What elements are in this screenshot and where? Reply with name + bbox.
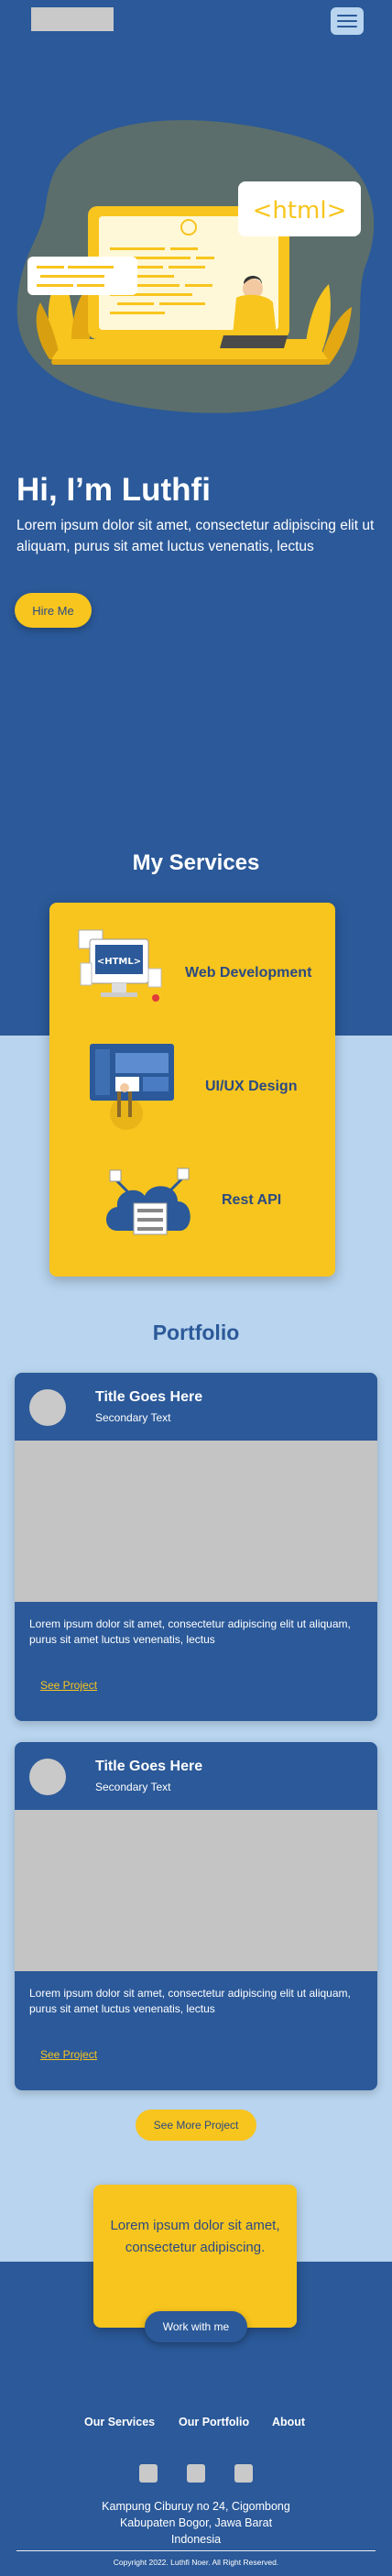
cta-card: Lorem ipsum dolor sit amet, consectetur … [93,2185,297,2328]
card-title: Title Goes Here [95,1759,203,1774]
services-card: <HTML> Web Development UI/UX Design Rest… [49,903,335,1277]
footer-nav-our-portfolio[interactable]: Our Portfolio [179,2416,249,2428]
social-icon-1[interactable] [139,2464,158,2483]
address: Kampung Ciburuy no 24, Cigombong Kabupat… [0,2498,392,2548]
web-development-icon: <HTML> [78,929,162,1002]
work-with-me-button[interactable]: Work with me [145,2311,247,2342]
hamburger-icon[interactable] [331,7,364,35]
ui-ux-design-icon [90,1044,174,1130]
service-item-web-development[interactable]: <HTML> Web Development [49,926,335,1027]
see-project-link[interactable]: See Project [40,1679,97,1692]
hero-section: <html> Hi, I’m Luthfi Lorem ipsum dolor … [0,0,392,1036]
portfolio-card: Title Goes Here Secondary Text Lorem ips… [15,1742,377,2090]
card-image-placeholder [15,1441,377,1602]
page: <html> Hi, I’m Luthfi Lorem ipsum dolor … [0,0,392,2576]
copyright: Copyright 2022. Luthfi Noer. All Right R… [113,2558,279,2567]
address-line: Kampung Ciburuy no 24, Cigombong [102,2500,290,2513]
service-label: Rest API [222,1192,282,1208]
hero-illustration: <html> [16,120,375,413]
hero-title: Hi, I’m Luthfi [16,472,211,508]
social-icon-2[interactable] [187,2464,205,2483]
see-more-project-button[interactable]: See More Project [136,2110,256,2141]
card-description: Lorem ipsum dolor sit amet, consectetur … [29,1987,351,2015]
service-label: Web Development [185,965,312,981]
service-item-ui-ux-design[interactable]: UI/UX Design [49,1040,335,1141]
avatar [29,1759,66,1795]
html-badge: <HTML> [97,957,141,967]
footer-divider [16,2550,376,2551]
logo-placeholder[interactable] [31,7,114,31]
hire-me-button[interactable]: Hire Me [15,593,92,628]
portfolio-card: Title Goes Here Secondary Text Lorem ips… [15,1373,377,1721]
services-title: My Services [132,850,260,875]
html-code-label: <html> [253,197,347,225]
rest-api-icon [106,1167,191,1235]
cta-text: Lorem ipsum dolor sit amet, consectetur … [110,2218,280,2255]
social-icon-3[interactable] [234,2464,253,2483]
card-subtitle: Secondary Text [95,1411,171,1424]
footer-nav-about[interactable]: About [272,2416,305,2428]
address-line: Indonesia [170,2533,222,2546]
portfolio-title: Portfolio [152,1321,240,1344]
card-title: Title Goes Here [95,1389,203,1405]
card-image-placeholder [15,1810,377,1971]
footer-nav-our-services[interactable]: Our Services [84,2416,155,2428]
hero-description: Lorem ipsum dolor sit amet, consectetur … [16,518,375,554]
service-label: UI/UX Design [205,1079,298,1094]
see-project-link[interactable]: See Project [40,2048,97,2061]
card-description: Lorem ipsum dolor sit amet, consectetur … [29,1617,351,1646]
card-subtitle: Secondary Text [95,1781,171,1793]
address-line: Kabupaten Bogor, Jawa Barat [119,2516,273,2529]
avatar [29,1389,66,1426]
service-item-rest-api[interactable]: Rest API [49,1157,335,1258]
